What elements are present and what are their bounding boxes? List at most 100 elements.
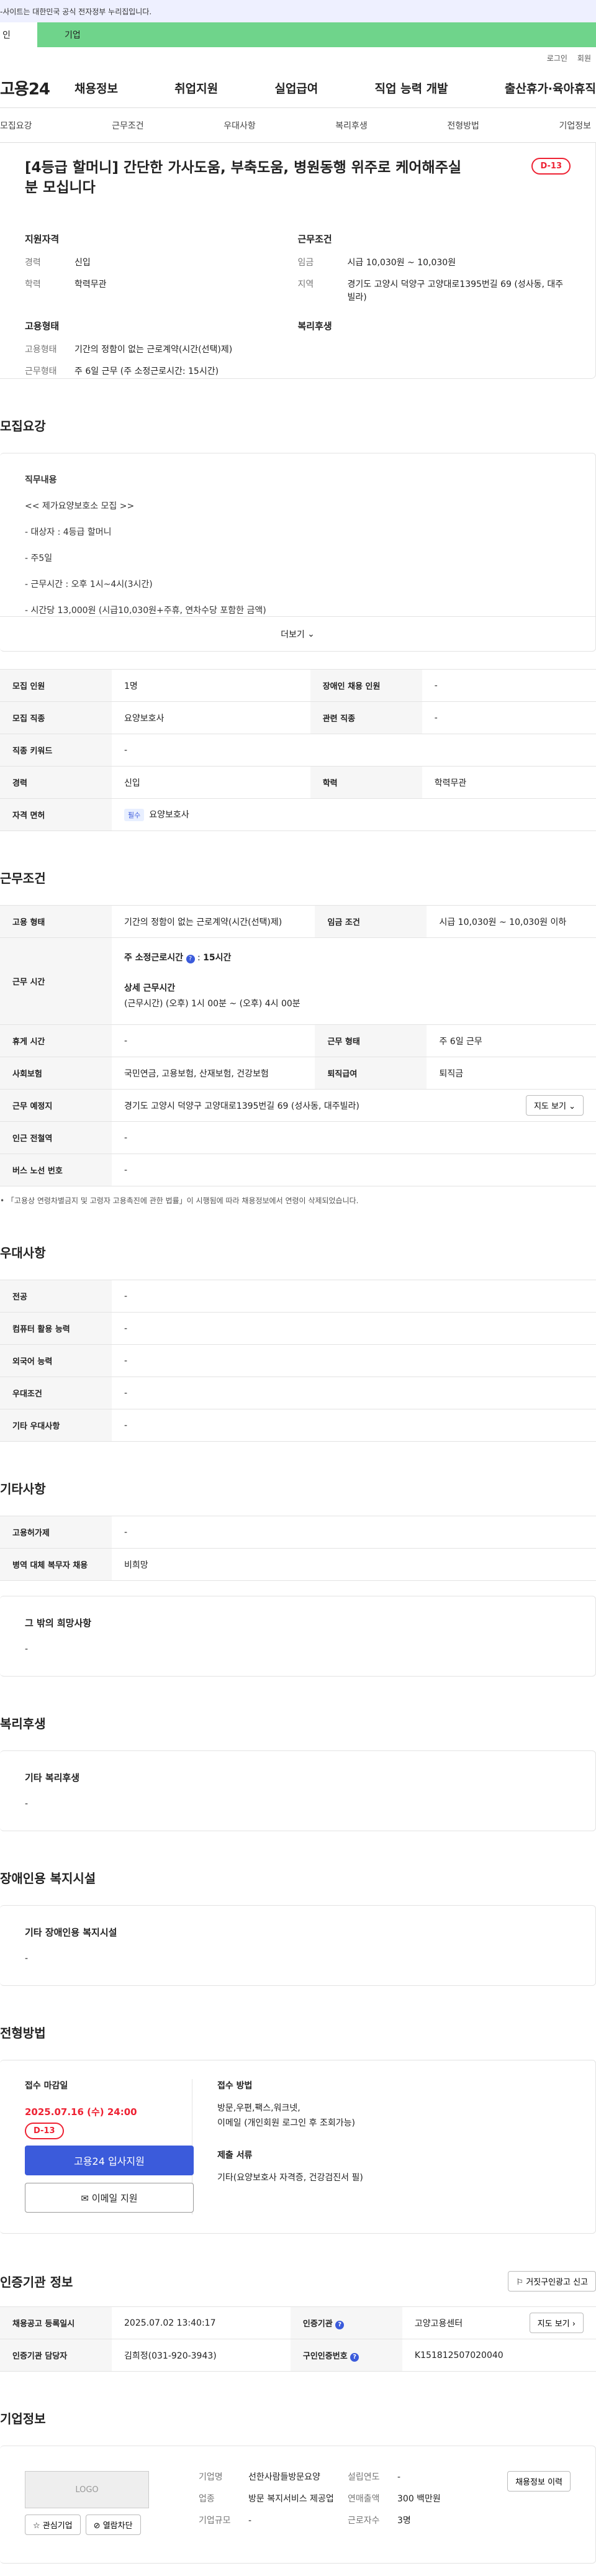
career-value: 신입 [74, 258, 91, 268]
dday-badge: D-13 [531, 158, 571, 175]
welfare-box: 기타 복리후생 - [0, 1750, 596, 1831]
map-view-button[interactable]: 지도 보기 ⌄ [525, 1095, 584, 1116]
table-row: 직종 키워드 - [0, 734, 596, 767]
cell-value: 비희망 [112, 1548, 596, 1581]
map-view-label: 지도 보기 [533, 1102, 566, 1111]
cell-header: 전공 [0, 1280, 112, 1313]
company-title: 기업정보 [0, 2411, 46, 2426]
cell-header: 퇴직급여 [315, 1057, 427, 1090]
method-label: 접수 방법 [217, 2081, 253, 2091]
chevron-down-icon: ⌄ [307, 629, 315, 639]
more-button[interactable]: 더보기 ⌄ [0, 616, 595, 651]
license-value: 요양보호사 [149, 810, 189, 820]
gnb-item-employment-support[interactable]: 취업지원 [174, 80, 218, 96]
welfare-label: 기타 복리후생 [25, 1772, 80, 1783]
wage-label: 임금 [297, 258, 314, 268]
gnb-item-jobs[interactable]: 채용정보 [74, 80, 118, 96]
wage-value: 시급 10,030원 ~ 10,030원 [347, 258, 456, 268]
cell-header: 컴퓨터 활용 능력 [0, 1312, 112, 1345]
more-label: 더보기 [281, 629, 305, 640]
revenue-label: 연매출액 [348, 2494, 380, 2504]
cell-header: 구인인증번호 ? [290, 2339, 402, 2372]
dday-badge: D-13 [25, 2123, 64, 2139]
company-size-value: - [248, 2516, 252, 2526]
job-summary-card: [4등급 할머니] 간단한 가사도움, 부축도움, 병원동행 위주로 케어해주실… [0, 143, 596, 379]
cell-value: 필수 요양보호사 [112, 798, 596, 831]
cell-header: 자격 면허 [0, 798, 112, 831]
etc-table: 고용허가제 - 병역 대체 복무자 채용 비희망 [0, 1516, 596, 1581]
anchor-company[interactable]: 기업정보 [559, 119, 591, 132]
report-fake-ad-button[interactable]: ⚐ 거짓구인광고 신고 [508, 2271, 596, 2292]
job-description-line: - 시간당 13,000원 (시급10,030원+주휴, 연차수당 포함한 금액… [25, 606, 266, 616]
anchor-selection[interactable]: 전형방법 [447, 119, 479, 132]
job-description-line: << 제가요양보호소 모집 >> [25, 501, 135, 511]
employees-value: 3명 [397, 2516, 411, 2526]
cell-header: 모집 인원 [0, 669, 112, 702]
tab-personal[interactable]: 인 [0, 22, 37, 47]
gnb-item-unemployment-benefit[interactable]: 실업급여 [274, 80, 318, 96]
education-label: 학력 [25, 280, 41, 290]
cell-value: - [112, 1409, 596, 1442]
section-anchor-nav: 모집요강 근무조건 우대사항 복리후생 전형방법 기업정보 [0, 108, 596, 143]
email-apply-button[interactable]: ✉ 이메일 지원 [25, 2183, 194, 2213]
cell-header: 버스 노선 번호 [0, 1154, 112, 1186]
apply-button[interactable]: 고용24 입사지원 [25, 2146, 194, 2175]
login-link[interactable]: 로그인 [547, 53, 567, 63]
gnb-item-skills[interactable]: 직업 능력 개발 [375, 80, 448, 96]
table-row: 기타 우대사항 - [0, 1409, 596, 1442]
table-row: 모집 인원 1명 장애인 채용 인원 - [0, 669, 596, 702]
table-row: 컴퓨터 활용 능력 - [0, 1312, 596, 1345]
company-box: LOGO ☆ 관심기업 ⊘ 열람차단 기업명 선한사람들방문요양 업종 방문 복지서… [0, 2446, 596, 2564]
education-value: 학력무관 [74, 280, 107, 290]
cell-value: 고양고용센터 지도 보기 › [402, 2306, 596, 2339]
cell-header: 채용공고 등록일시 [0, 2306, 112, 2339]
info-icon[interactable]: ? [186, 954, 195, 963]
founded-value: - [397, 2472, 401, 2482]
favorite-company-button[interactable]: ☆ 관심기업 [25, 2515, 81, 2535]
block-icon: ⊘ [93, 2521, 101, 2531]
tab-company[interactable]: 기업 [37, 22, 596, 47]
etc-title: 기타사항 [0, 1481, 46, 1496]
table-row: 채용공고 등록일시 2025.07.02 13:40:17 인증기관 ? 고양고용센터… [0, 2306, 596, 2339]
cell-header: 근무 시간 [0, 937, 112, 1025]
member-type-tabs: 인 기업 [0, 22, 596, 47]
work-type-value: 주 6일 근무 (주 소정근로시간: 15시간) [74, 366, 219, 377]
cell-value: 학력무관 [422, 766, 596, 799]
cell-header: 기타 우대사항 [0, 1409, 112, 1442]
anchor-requirements[interactable]: 모집요강 [0, 119, 32, 132]
company-name-value: 선한사람들방문요양 [248, 2472, 320, 2482]
gnb-item-leave[interactable]: 출산휴가·육아휴직 [505, 80, 596, 96]
disabled-facilities-box: 기타 장애인용 복지시설 - [0, 1905, 596, 1986]
weekly-hours-label: 주 소정근로시간 [124, 952, 184, 963]
join-link[interactable]: 회원 [577, 53, 591, 63]
employees-label: 근로자수 [348, 2516, 380, 2526]
cell-header: 인증기관 ? [290, 2306, 402, 2339]
hiring-history-button[interactable]: 채용정보 이력 [507, 2471, 571, 2492]
work-type-label: 근무형태 [25, 366, 57, 377]
job-description-label: 직무내용 [25, 475, 57, 485]
block-view-button[interactable]: ⊘ 열람차단 [85, 2515, 141, 2535]
cert-agency-label: 인증기관 [302, 2319, 333, 2329]
table-row: 인증기관 담당자 김희정(031-920-3943) 구인인증번호 ? K151812… [0, 2339, 596, 2372]
preferences-table: 전공 - 컴퓨터 활용 능력 - 외국어 능력 - 우대조건 - 기타 우대사항 - [0, 1280, 596, 1442]
table-row: 모집 직종 요양보호사 관련 직종 - [0, 701, 596, 734]
cell-header: 고용허가제 [0, 1516, 112, 1549]
anchor-welfare[interactable]: 복리후생 [335, 119, 368, 132]
site-logo[interactable]: 고용24 [0, 76, 74, 99]
company-name-label: 기업명 [199, 2472, 223, 2482]
anchor-conditions[interactable]: 근무조건 [112, 119, 144, 132]
cell-header: 휴게 시간 [0, 1024, 112, 1057]
docs-value: 기타(요양보호사 자격증, 건강검진서 필) [217, 2172, 363, 2183]
anchor-preferences[interactable]: 우대사항 [224, 119, 256, 132]
table-row: 버스 노선 번호 - [0, 1154, 596, 1186]
company-size-label: 기업규모 [199, 2516, 231, 2526]
selection-title: 전형방법 [0, 2026, 46, 2041]
info-icon[interactable]: ? [335, 2320, 345, 2329]
job-description-line: - 대상자 : 4등급 할머니 [25, 527, 112, 537]
disabled-facilities-title: 장애인용 복지시설 [0, 1871, 96, 1886]
table-row: 근무 시간 주 소정근로시간 ? : 15시간 상세 근무시간 (근무시간) (… [0, 937, 596, 1025]
cell-value: - [112, 1024, 315, 1057]
info-icon[interactable]: ? [350, 2352, 359, 2362]
agency-map-button[interactable]: 지도 보기 › [529, 2313, 584, 2333]
cell-value: 김희정(031-920-3943) [112, 2339, 291, 2372]
